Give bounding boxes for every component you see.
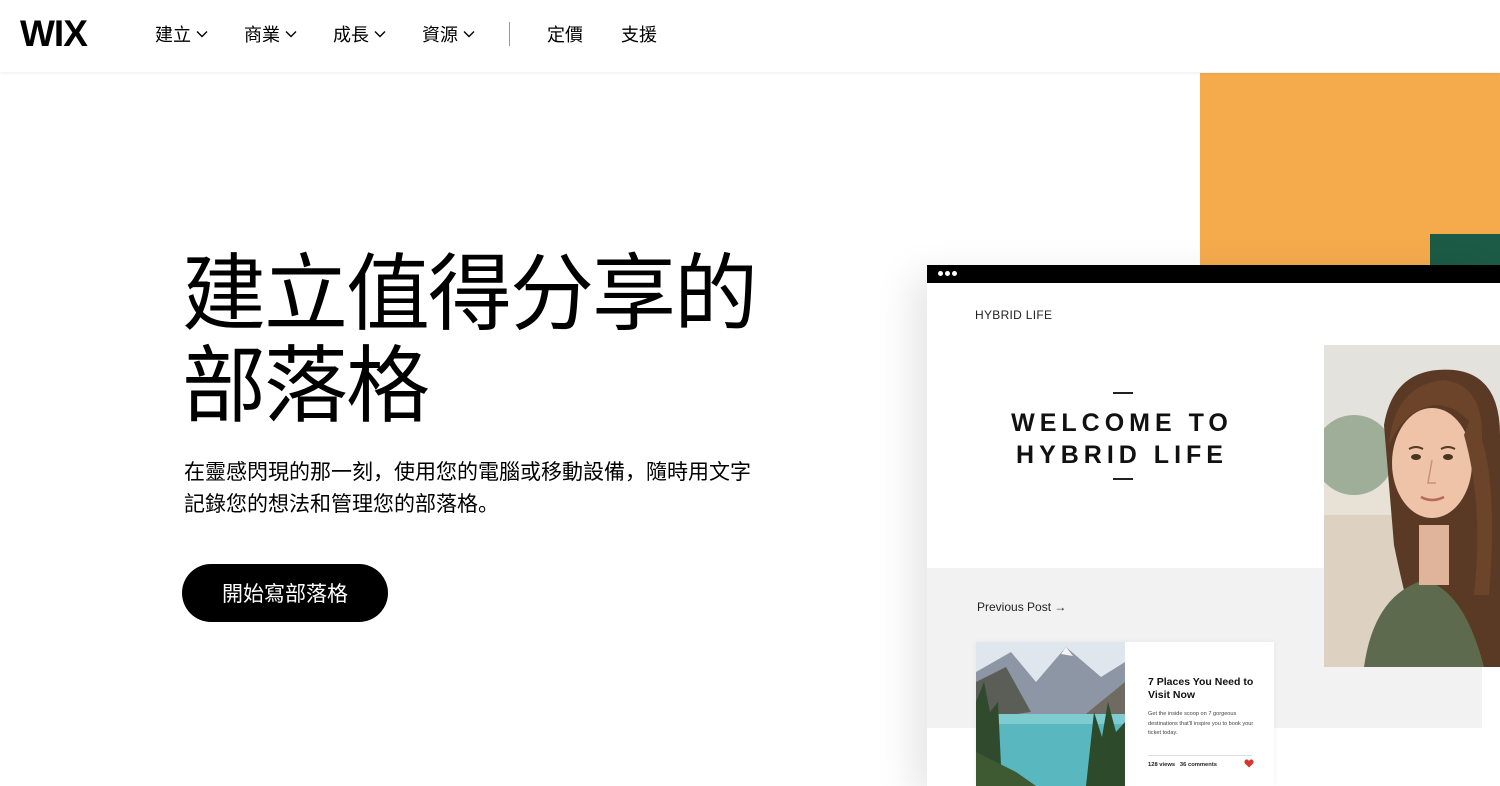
card-stats: 128 views 36 comments — [1148, 762, 1217, 768]
nav-item-label: 資源 — [422, 25, 458, 45]
hero-description-line: 在靈感閃現的那一刻，使用您的電腦或移動設備，隨時用文字 — [184, 460, 751, 484]
window-dot-icon — [938, 271, 943, 276]
hero-title-line: 部落格 — [182, 337, 430, 435]
welcome-line: WELCOME TO — [1011, 409, 1233, 437]
blog-post-card: 7 Places You Need to Visit Now Get the i… — [976, 642, 1274, 786]
nav-item-grow[interactable]: 成長 — [333, 21, 386, 47]
window-dot-icon — [952, 271, 957, 276]
browser-title-bar — [927, 265, 1500, 283]
divider-line — [1113, 478, 1133, 480]
nav-item-resources[interactable]: 資源 — [422, 21, 475, 47]
top-navigation-bar: WIX 建立 商業 成長 資源 定價 支援 — [0, 0, 1500, 72]
portrait-illustration — [1324, 345, 1500, 667]
nav-divider — [509, 22, 510, 46]
hero-description: 在靈感閃現的那一刻，使用您的電腦或移動設備，隨時用文字 記錄您的想法和管理您的部… — [184, 456, 784, 520]
nav-item-label: 商業 — [244, 25, 280, 45]
blog-preview-window: HYBRID LIFE WELCOME TO HYBRID LIFE Previ… — [927, 265, 1500, 786]
card-divider — [1148, 755, 1252, 756]
card-comments: 36 comments — [1179, 762, 1217, 768]
decorative-green-block — [1430, 234, 1500, 265]
nav-link-pricing[interactable]: 定價 — [547, 21, 583, 47]
card-title: 7 Places You Need to Visit Now — [1148, 676, 1254, 701]
hero-title-line: 建立值得分享的 — [182, 245, 758, 343]
mountain-lake-photo — [976, 642, 1125, 786]
nav-link-support[interactable]: 支援 — [621, 21, 657, 47]
preview-site-name: HYBRID LIFE — [975, 308, 1053, 322]
start-blogging-button[interactable]: 開始寫部落格 — [182, 564, 388, 622]
wix-logo[interactable]: WIX — [20, 14, 88, 54]
divider-line — [1113, 392, 1133, 394]
nav-item-business[interactable]: 商業 — [244, 21, 297, 47]
nav-item-create[interactable]: 建立 — [155, 21, 208, 47]
woman-portrait-photo — [1324, 345, 1500, 667]
nav-item-label: 建立 — [155, 25, 191, 45]
window-dot-icon — [945, 271, 950, 276]
nav-item-label: 成長 — [333, 25, 369, 45]
chevron-down-icon — [285, 31, 297, 38]
welcome-line: HYBRID LIFE — [1016, 441, 1228, 469]
card-views: 128 views — [1148, 762, 1176, 768]
preview-welcome-heading: WELCOME TO HYBRID LIFE — [987, 407, 1257, 471]
heart-icon — [1244, 759, 1254, 768]
chevron-down-icon — [463, 31, 475, 38]
hero-description-line: 記錄您的想法和管理您的部落格。 — [184, 492, 499, 516]
mountain-lake-illustration — [976, 642, 1125, 786]
chevron-down-icon — [374, 31, 386, 38]
previous-post-link: Previous Post → — [977, 600, 1067, 614]
chevron-down-icon — [196, 31, 208, 38]
main-nav: 建立 商業 成長 資源 定價 支援 — [155, 0, 695, 68]
hero-title: 建立值得分享的 部落格 — [182, 245, 758, 435]
card-excerpt: Get the inside scoop on 7 gorgeous desti… — [1148, 711, 1254, 736]
